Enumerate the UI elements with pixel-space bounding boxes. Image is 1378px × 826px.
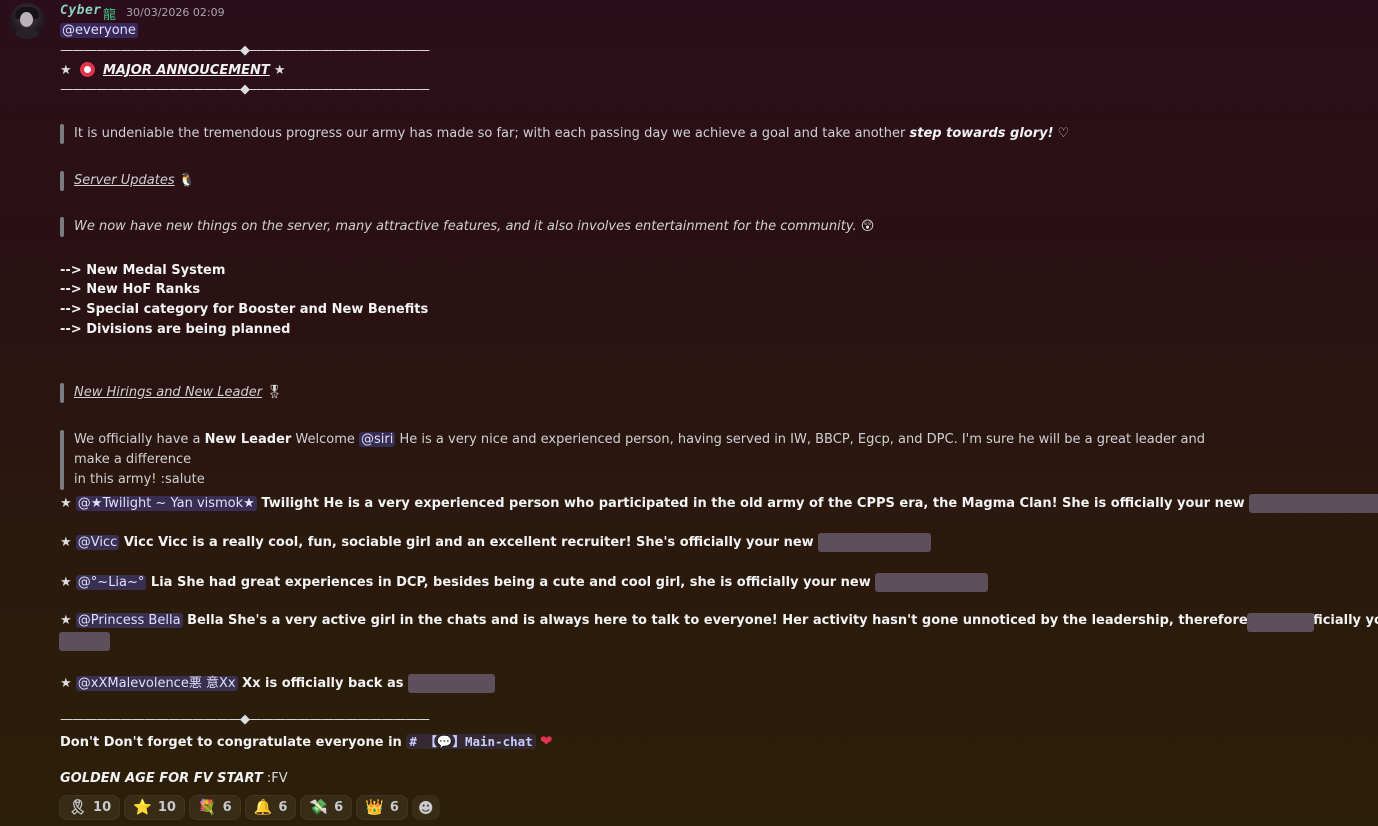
leader-text-2: Welcome [291,432,360,447]
bouquet-icon: 💐 [197,798,217,816]
member-line-lia: ★ @°~Lia~° Lia She had great experiences… [60,573,989,592]
avatar-face [20,12,33,27]
spoiler[interactable] [818,533,932,552]
reaction-ribbon[interactable]: 🎗 10 [59,795,121,820]
member-text: Bella She's a very active girl in the ch… [182,613,1378,628]
reaction-money[interactable]: 💸 6 [300,795,353,820]
add-reaction-button[interactable]: ☻ [411,795,440,820]
everyone-mention[interactable]: @everyone [60,23,138,38]
reaction-star[interactable]: ⭐ 10 [124,795,185,820]
white-heart-icon: ♡ [1057,126,1070,141]
list-item: --> Divisions are being planned [60,322,291,337]
server-updates-title: Server Updates [74,173,175,188]
reactions-bar: 🎗 10 ⭐ 10 💐 6 🔔 6 💸 6 👑 6 ☻ [59,795,440,820]
member-line-twilight: ★ @★Twilight ~ Yan vismok★ Twilight He i… [60,494,1378,513]
bell-icon: 🔔 [253,798,273,816]
reaction-crown[interactable]: 👑 6 [356,795,408,820]
quote-text: It is undeniable the tremendous progress… [74,126,910,141]
leader-text-1: We officially have a [74,432,205,447]
crown-icon: 👑 [365,798,384,816]
member-line-vicc: ★ @Vicc Vicc Vicc is a really cool, fun,… [60,533,932,552]
channel-mention-main-chat[interactable]: # 【💬】Main-chat [406,734,536,749]
list-item: --> New HoF Ranks [60,282,201,297]
star-icon: ★ [273,63,286,78]
member-line-bella: ★ @Princess Bella Bella She's a very act… [60,613,1378,628]
blockquote-progress: It is undeniable the tremendous progress… [60,124,1069,144]
member-text: Xx is officially back as [237,676,409,691]
star-icon: ★ [60,496,72,511]
penguin-icon: 🐧 [178,173,195,188]
star-icon: ★ [60,63,72,78]
spoiler[interactable] [1247,613,1314,632]
blockquote-server-text: We now have new things on the server, ma… [60,217,874,237]
golden-age-text: GOLDEN AGE FOR FV START [60,771,263,786]
divider-top-2: ———————————————◆——————————————— [60,82,430,97]
member-mention[interactable]: @xXMalevolence悪 意Xx [75,676,238,691]
member-mention[interactable]: @°~Lia~° [75,575,147,590]
announcement-heading: ★ MAJOR ANNOUCEMENT ★ [60,62,286,78]
golden-age-line: GOLDEN AGE FOR FV START :FV [60,771,288,786]
money-icon: 💸 [309,798,329,816]
reaction-count: 6 [222,800,232,815]
reaction-count: 6 [334,800,344,815]
list-item: --> New Medal System [60,263,226,278]
list-item: --> Special category for Booster and New… [60,302,429,317]
everyone-line: @everyone [60,23,138,38]
leader-bold: New Leader [204,432,292,447]
congrats-line: Don't Don't forget to congratulate every… [60,731,552,750]
star-icon: ★ [60,613,72,628]
quote-bold: step towards glory! [909,126,1054,141]
spoiler[interactable] [875,573,989,592]
star-icon: ⭐ [133,798,152,816]
reaction-count: 10 [157,800,176,815]
member-line-malevolence: ★ @xXMalevolence悪 意Xx Xx is officially b… [60,672,496,693]
member-mention[interactable]: @★Twilight ~ Yan vismok★ [75,496,257,511]
astonished-face-icon: 😲 [860,219,875,234]
avatar[interactable] [9,3,45,39]
reaction-count: 10 [93,800,112,815]
dragon-kanji-icon: 龍 [103,8,117,23]
congrats-text: Don't Don't forget to congratulate every… [60,735,407,750]
channel-name: 【💬】Main-chat [424,734,533,749]
ribbon-icon: 🎗 [68,798,88,816]
member-text: Vicc Vicc is a really cool, fun, sociabl… [119,535,819,550]
hirings-title: New Hirings and New Leader [74,385,263,400]
divider-bottom: ———————————————◆——————————————— [60,712,430,727]
timestamp[interactable]: 30/03/2026 02:09 [126,6,225,19]
member-mention[interactable]: @Princess Bella [75,613,183,628]
leader-text-4: in this army! :salute [74,472,205,487]
announcement-title: MAJOR ANNOUCEMENT [102,63,270,78]
siri-mention[interactable]: @siri [359,432,396,447]
smiley-icon: ☻ [418,798,434,817]
spoiler[interactable] [408,674,496,693]
star-icon: ★ [60,575,72,590]
avatar-body [13,28,41,39]
medal-icon: 🎖 [266,385,283,400]
reaction-count: 6 [389,800,399,815]
member-text: Lia She had great experiences in DCP, be… [146,575,876,590]
server-updates-text: We now have new things on the server, ma… [74,219,857,234]
star-icon: ★ [60,676,72,691]
red-circle-icon [79,62,95,77]
spoiler[interactable] [1249,494,1378,513]
member-mention[interactable]: @Vicc [75,535,120,550]
blockquote-hirings: New Hirings and New Leader 🎖 [60,383,283,403]
member-text: Twilight He is a very experienced person… [256,496,1250,511]
username[interactable]: Cyber [60,3,102,18]
blockquote-server-updates: Server Updates 🐧 [60,171,195,191]
spoiler[interactable] [59,632,110,651]
red-heart-icon: ❤ [539,732,553,750]
reaction-bell[interactable]: 🔔 6 [244,795,297,820]
golden-age-suffix: :FV [262,771,288,786]
star-icon: ★ [60,535,72,550]
hash-icon: # [409,734,417,749]
reaction-bouquet[interactable]: 💐 6 [188,795,241,820]
divider-top-1: ———————————————◆——————————————— [60,43,430,58]
reaction-count: 6 [278,800,288,815]
blockquote-leader: We officially have a New Leader Welcome … [60,430,1234,490]
